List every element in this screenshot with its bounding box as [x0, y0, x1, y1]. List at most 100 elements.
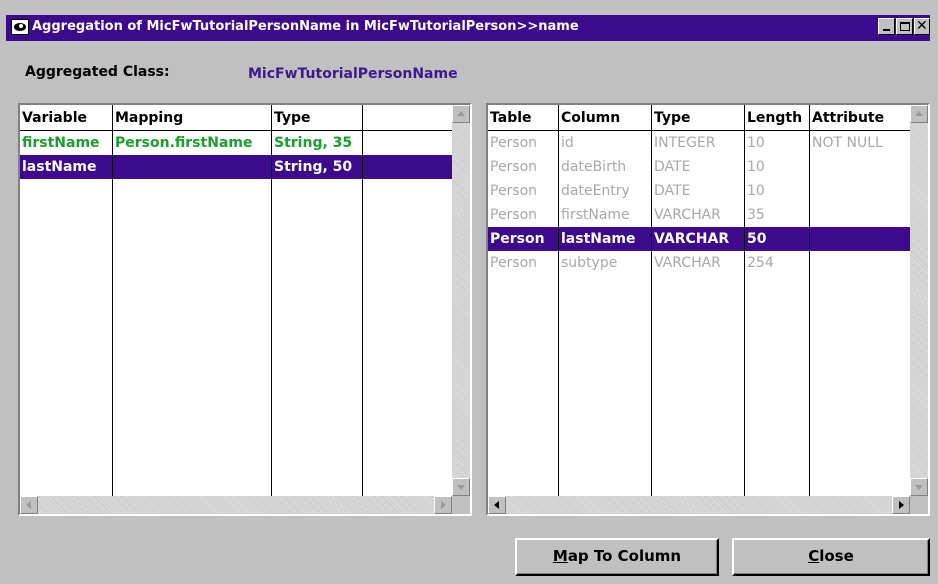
cell-mapping — [113, 155, 271, 179]
header-variable[interactable]: Variable — [20, 105, 112, 131]
cell-attribute — [810, 251, 910, 275]
arrow-right-icon — [899, 501, 904, 509]
cell-column: firstName — [561, 207, 630, 223]
cell-table: Person — [490, 183, 538, 199]
maximize-button[interactable] — [896, 18, 913, 35]
header-extra[interactable] — [363, 105, 452, 131]
header-attribute[interactable]: Attribute — [810, 105, 910, 131]
cell-table: Person — [490, 231, 545, 247]
scroll-up-button[interactable] — [452, 105, 470, 123]
scroll-right-button[interactable] — [434, 496, 452, 514]
header-length[interactable]: Length — [745, 105, 809, 131]
cell-column: id — [561, 135, 574, 151]
cell-table: Person — [490, 255, 538, 271]
table-header: Variable Mapping Type — [20, 105, 452, 131]
scrollbar-corner — [452, 496, 470, 514]
close-button[interactable]: Close — [732, 538, 930, 576]
title-bar[interactable]: Aggregation of MicFwTutorialPersonName i… — [6, 15, 930, 41]
cell-type: INTEGER — [654, 135, 716, 151]
arrow-up-icon — [915, 111, 923, 116]
cell-length: 10 — [747, 159, 765, 175]
aggregated-class-label: Aggregated Class: — [25, 64, 170, 80]
scroll-right-button[interactable] — [892, 496, 910, 514]
horizontal-scrollbar[interactable] — [488, 496, 910, 514]
column-divider — [112, 105, 113, 496]
scroll-left-button[interactable] — [20, 496, 38, 514]
minimize-icon — [883, 29, 890, 31]
table-columns-table[interactable]: Table Column Type Length Attribute Perso… — [486, 103, 930, 516]
vertical-scrollbar[interactable] — [910, 105, 928, 496]
cell-attribute — [810, 179, 910, 203]
header-type[interactable]: Type — [272, 105, 362, 131]
header-type[interactable]: Type — [652, 105, 744, 131]
cell-attribute — [810, 203, 910, 227]
cell-column: dateEntry — [561, 183, 630, 199]
scrollbar-corner — [910, 496, 928, 514]
vertical-scrollbar[interactable] — [452, 105, 470, 496]
cell-type: VARCHAR — [654, 231, 730, 247]
cell-table: Person — [490, 159, 538, 175]
cell-table: Person — [490, 135, 538, 151]
eye-icon[interactable] — [11, 19, 29, 35]
column-divider — [362, 105, 363, 496]
table-row[interactable]: Person subtype VARCHAR 254 — [488, 251, 910, 275]
table-row[interactable]: Person dateBirth DATE 10 — [488, 155, 910, 179]
cell-attribute — [810, 227, 910, 251]
table-header: Table Column Type Length Attribute — [488, 105, 910, 131]
table-row[interactable]: firstName Person.firstName String, 35 — [20, 131, 452, 155]
arrow-down-icon — [915, 485, 923, 490]
cell-table: Person — [490, 207, 538, 223]
close-icon: ✕ — [916, 18, 928, 34]
scroll-down-button[interactable] — [452, 478, 470, 496]
aggregated-class-value: MicFwTutorialPersonName — [248, 66, 458, 82]
mnemonic-c: C — [808, 547, 820, 565]
arrow-left-icon — [26, 501, 31, 509]
cell-type: VARCHAR — [654, 255, 721, 271]
cell-length: 10 — [747, 183, 765, 199]
map-to-column-label: ap To Column — [567, 547, 682, 565]
table-row[interactable]: Person dateEntry DATE 10 — [488, 179, 910, 203]
cell-column: subtype — [561, 255, 618, 271]
table-row-selected[interactable]: Person lastName VARCHAR 50 — [488, 227, 910, 251]
cell-length: 35 — [747, 207, 765, 223]
header-table[interactable]: Table — [488, 105, 558, 131]
header-mapping[interactable]: Mapping — [113, 105, 271, 131]
table-row-selected[interactable]: lastName String, 50 — [20, 155, 452, 179]
window-title: Aggregation of MicFwTutorialPersonName i… — [32, 19, 579, 34]
column-divider — [651, 105, 652, 496]
cell-type: VARCHAR — [654, 207, 721, 223]
cell-column: dateBirth — [561, 159, 627, 175]
cell-mapping: Person.firstName — [115, 135, 253, 151]
cell-length: 10 — [747, 135, 765, 151]
cell-type: DATE — [654, 159, 691, 175]
maximize-icon — [900, 22, 910, 31]
cell-length: 50 — [747, 231, 767, 247]
column-divider — [271, 105, 272, 496]
cell-type: String, 50 — [274, 159, 353, 175]
table-row[interactable]: Person id INTEGER 10 NOT NULL — [488, 131, 910, 155]
header-column[interactable]: Column — [559, 105, 651, 131]
scroll-left-button[interactable] — [488, 496, 506, 514]
cell-attribute: NOT NULL — [812, 135, 883, 151]
cell-column: lastName — [561, 231, 636, 247]
cell-variable: lastName — [22, 159, 97, 175]
map-to-column-button[interactable]: Map To Column — [515, 538, 719, 576]
column-divider — [809, 105, 810, 496]
cell-attribute — [810, 155, 910, 179]
arrow-up-icon — [457, 111, 465, 116]
scroll-up-button[interactable] — [910, 105, 928, 123]
horizontal-scrollbar[interactable] — [20, 496, 452, 514]
arrow-right-icon — [441, 501, 446, 509]
cell-variable: firstName — [22, 135, 100, 151]
arrow-down-icon — [457, 485, 465, 490]
close-window-button[interactable]: ✕ — [914, 18, 930, 35]
cell-extra — [363, 131, 452, 155]
close-label: lose — [819, 547, 854, 565]
scroll-down-button[interactable] — [910, 478, 928, 496]
minimize-button[interactable] — [878, 18, 895, 35]
cell-type: String, 35 — [274, 135, 353, 151]
table-row[interactable]: Person firstName VARCHAR 35 — [488, 203, 910, 227]
cell-type: DATE — [654, 183, 691, 199]
variable-mapping-table[interactable]: Variable Mapping Type firstName Person.f… — [18, 103, 472, 516]
cell-extra — [363, 155, 452, 179]
